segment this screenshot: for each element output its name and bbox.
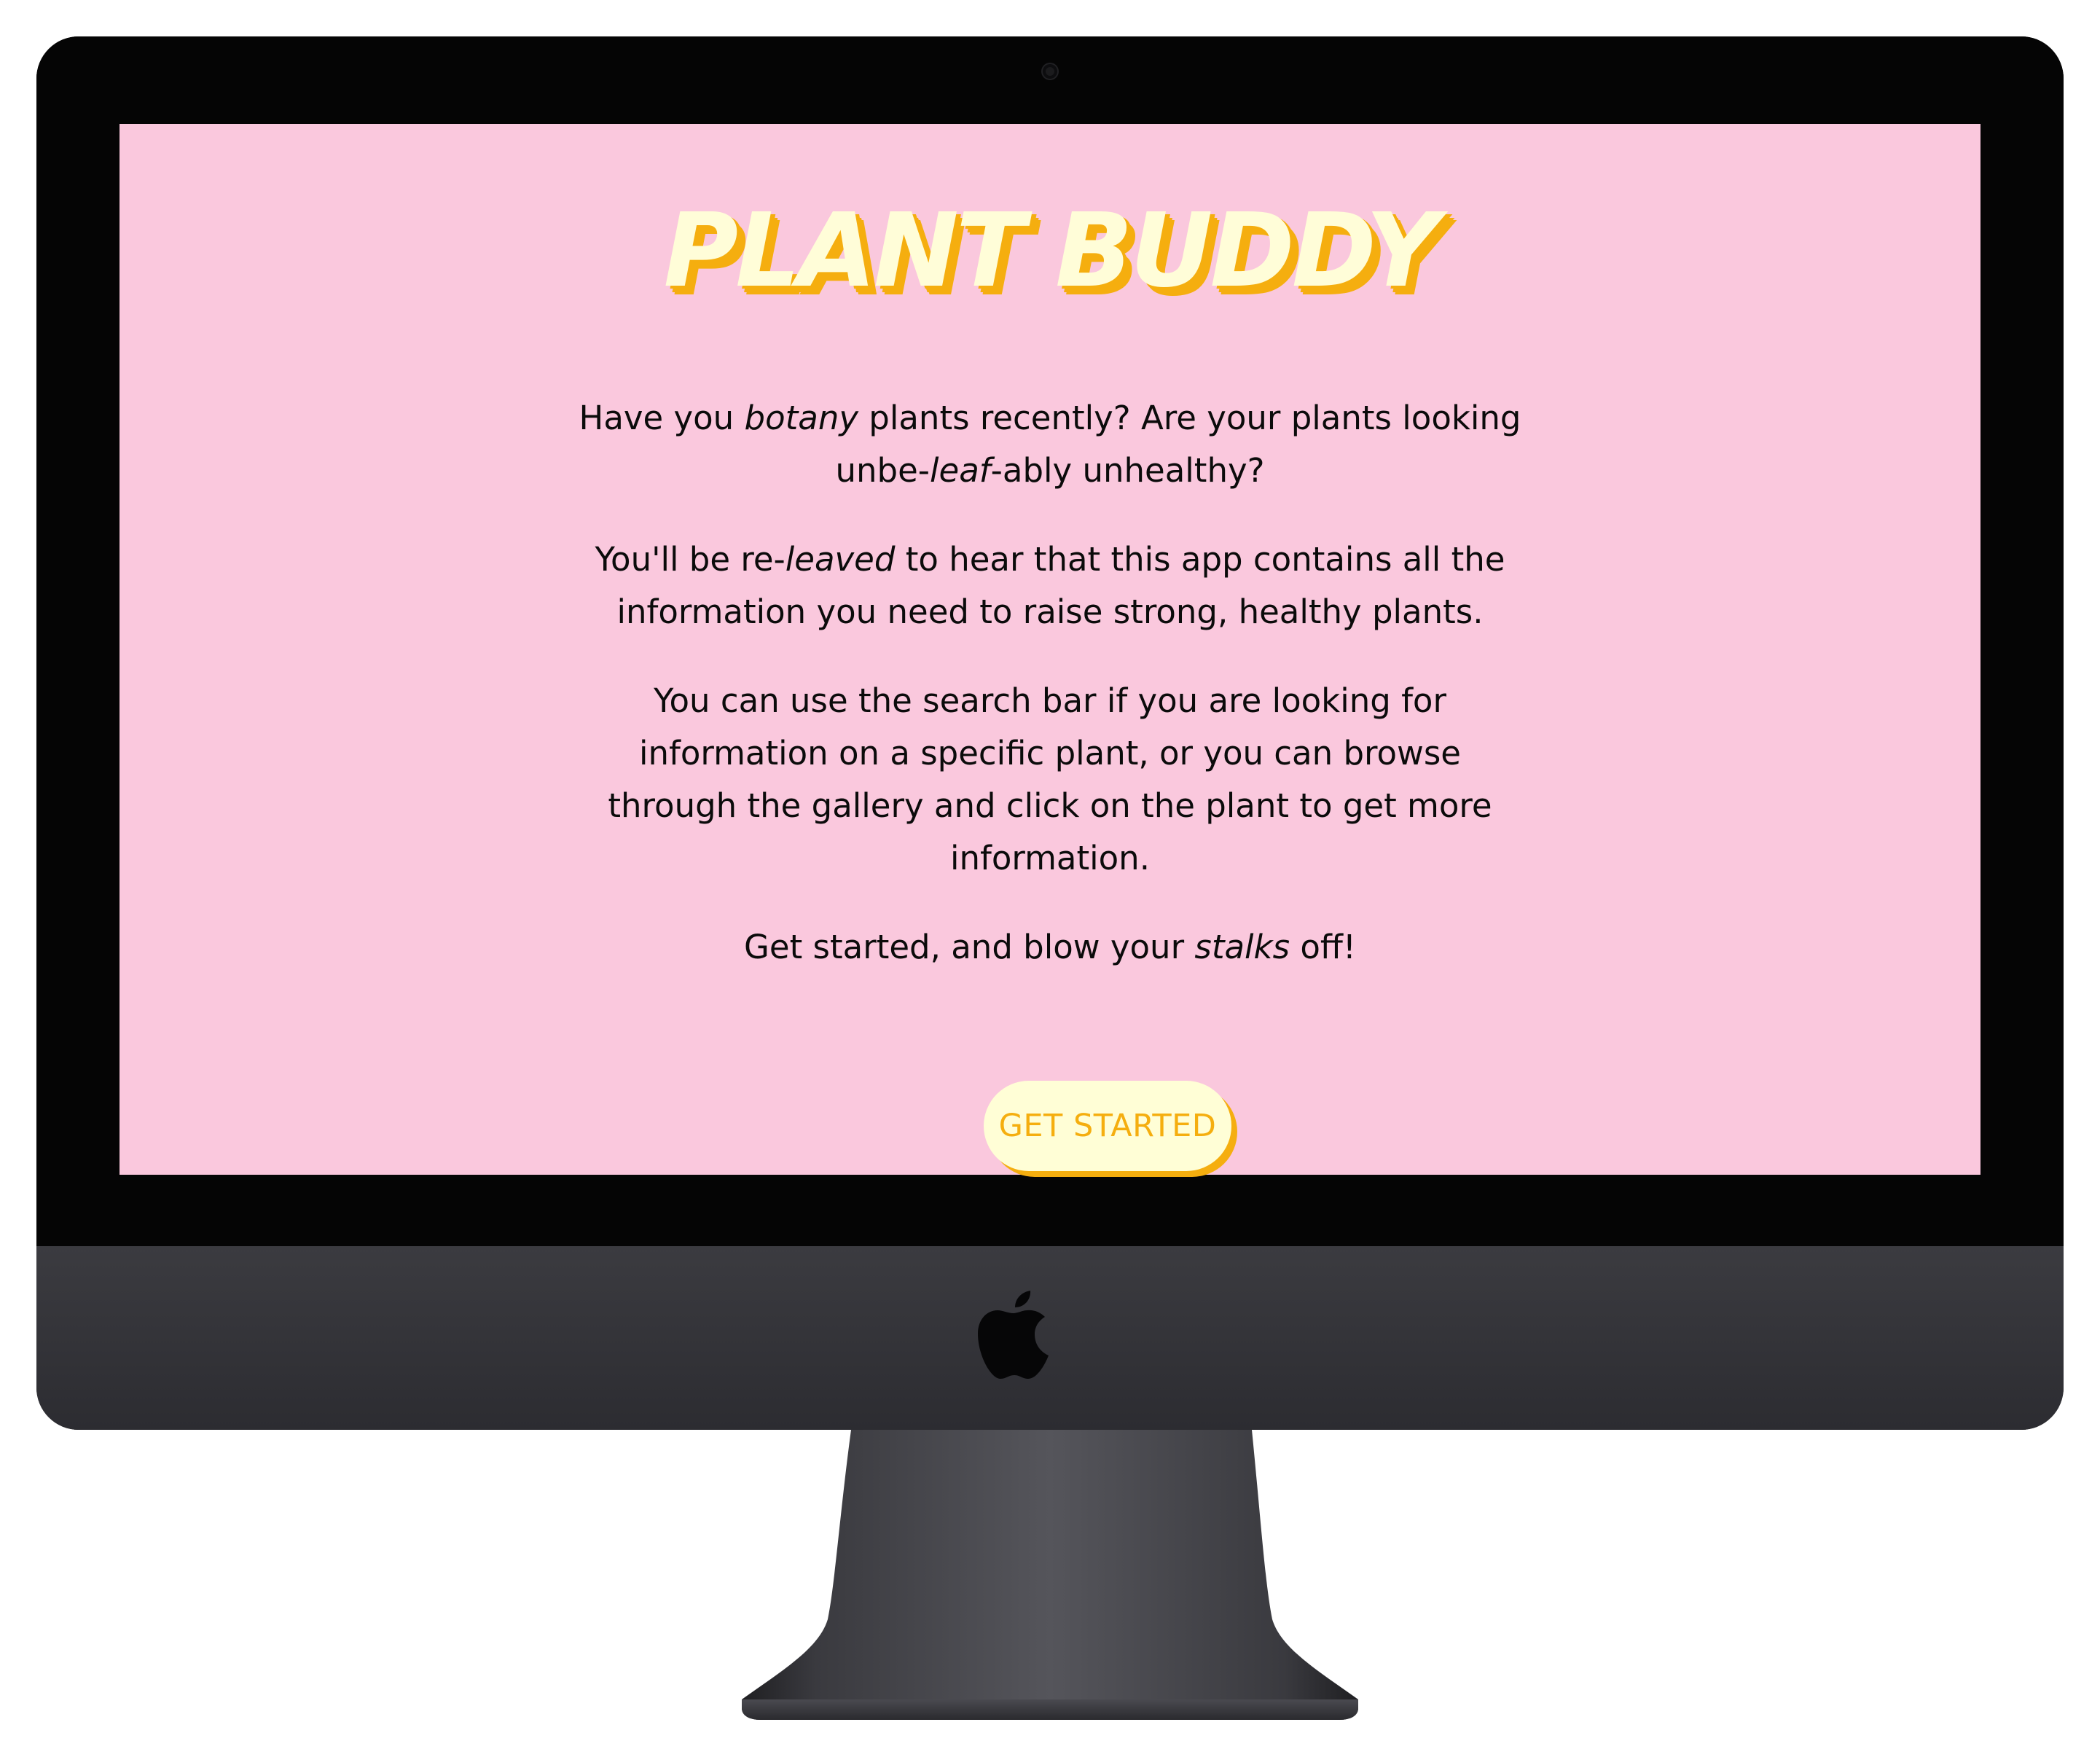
intro-paragraph-1: Have you botany plants recently? Are you… xyxy=(579,399,1521,490)
monitor-chin xyxy=(36,1246,2064,1430)
intro-paragraph-3: You can use the search bar if you are lo… xyxy=(608,681,1492,877)
camera-icon xyxy=(1043,64,1057,79)
intro-paragraph-4: Get started, and blow your stalks off! xyxy=(744,928,1356,966)
app-screen: PLANT BUDDY Have you botany plants recen… xyxy=(120,124,1980,1175)
intro-paragraph-2: You'll be re-leaved to hear that this ap… xyxy=(595,540,1505,631)
monitor-stand xyxy=(742,1430,1358,1720)
get-started-button[interactable]: GET STARTED xyxy=(984,1081,1231,1171)
imac-monitor: PLANT BUDDY Have you botany plants recen… xyxy=(36,36,2064,1430)
apple-logo-icon xyxy=(978,1291,1049,1379)
app-title: PLANT BUDDY xyxy=(663,192,1440,310)
intro-copy: Have you botany plants recently? Are you… xyxy=(120,392,1980,1010)
